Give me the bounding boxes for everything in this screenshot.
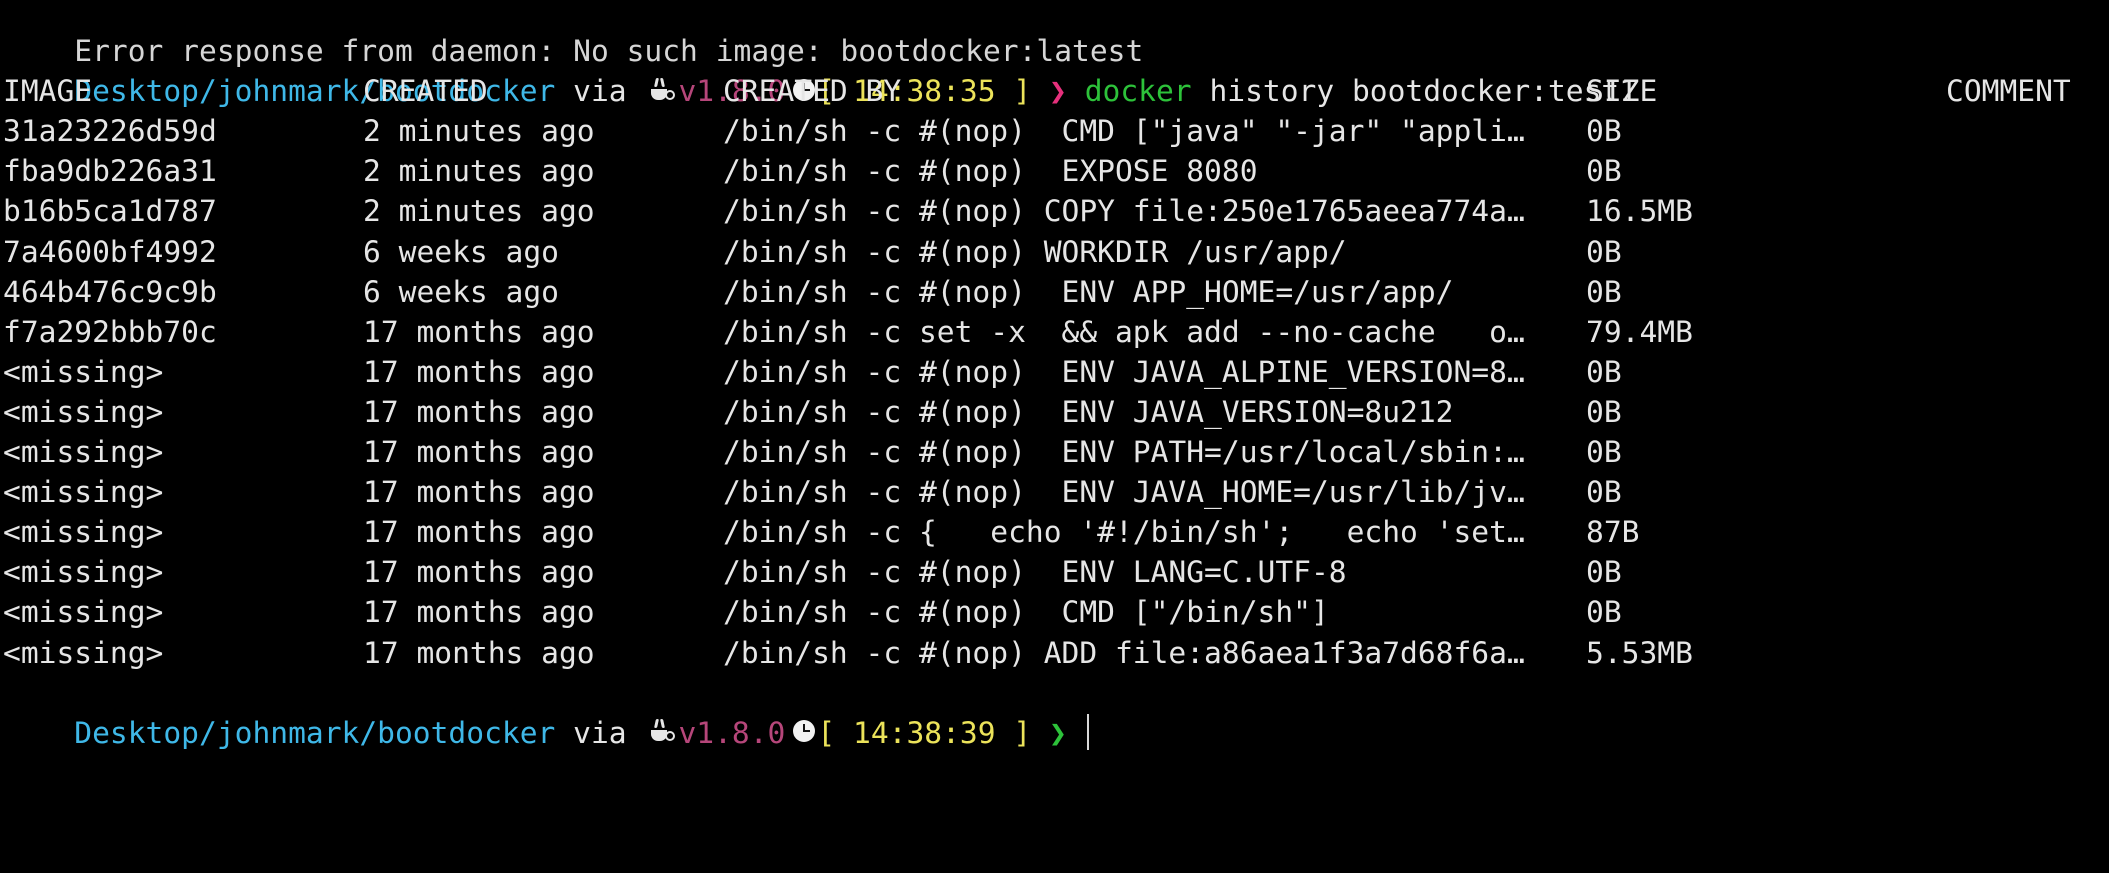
row-created-by: /bin/sh -c #(nop) CMD ["java" "-jar" "ap… bbox=[723, 114, 1525, 149]
row-size: 0B bbox=[1586, 234, 1622, 269]
row-created: 17 months ago bbox=[363, 555, 595, 590]
row-created: 6 weeks ago bbox=[363, 234, 559, 269]
table-row: <missing> 17 months ago /bin/sh -c #(nop… bbox=[3, 633, 2109, 673]
row-size: 87B bbox=[1586, 515, 1640, 550]
header-created: CREATED bbox=[363, 74, 488, 109]
row-image-id: <missing> bbox=[3, 555, 164, 590]
row-created: 17 months ago bbox=[363, 354, 595, 389]
row-image-id: 464b476c9c9b bbox=[3, 274, 217, 309]
row-image-id: <missing> bbox=[3, 435, 164, 470]
header-comment: COMMENT bbox=[1946, 74, 2071, 109]
row-size: 0B bbox=[1586, 114, 1622, 149]
table-row: fba9db226a31 2 minutes ago /bin/sh -c #(… bbox=[3, 151, 2109, 191]
row-created: 17 months ago bbox=[363, 314, 595, 349]
table-row: <missing> 17 months ago /bin/sh -c #(nop… bbox=[3, 472, 2109, 512]
table-row: <missing> 17 months ago /bin/sh -c #(nop… bbox=[3, 552, 2109, 592]
row-image-id: 7a4600bf4992 bbox=[3, 234, 217, 269]
row-image-id: fba9db226a31 bbox=[3, 154, 217, 189]
prompt-via: via bbox=[573, 715, 627, 750]
row-size: 16.5MB bbox=[1586, 194, 1693, 229]
row-size: 0B bbox=[1586, 475, 1622, 510]
row-created-by: /bin/sh -c #(nop) ENV JAVA_VERSION=8u212 bbox=[723, 394, 1454, 429]
row-size: 0B bbox=[1586, 394, 1622, 429]
prompt-time: 14:38:39 bbox=[853, 715, 996, 750]
row-size: 0B bbox=[1586, 555, 1622, 590]
row-created: 2 minutes ago bbox=[363, 154, 595, 189]
row-created-by: /bin/sh -c #(nop) ENV PATH=/usr/local/sb… bbox=[723, 435, 1525, 470]
row-created-by: /bin/sh -c #(nop) EXPOSE 8080 bbox=[723, 154, 1258, 189]
row-image-id: 31a23226d59d bbox=[3, 114, 217, 149]
table-header: IMAGE CREATED CREATED BY SIZE COMMENT bbox=[3, 71, 2109, 111]
row-created: 2 minutes ago bbox=[363, 114, 595, 149]
row-created-by: /bin/sh -c #(nop) ENV JAVA_HOME=/usr/lib… bbox=[723, 475, 1525, 510]
table-row: <missing> 17 months ago /bin/sh -c #(nop… bbox=[3, 352, 2109, 392]
previous-output-line: Error response from daemon: No such imag… bbox=[3, 0, 2109, 68]
row-image-id: b16b5ca1d787 bbox=[3, 194, 217, 229]
coffee-icon bbox=[648, 718, 676, 744]
row-size: 5.53MB bbox=[1586, 635, 1693, 670]
prompt-java-version: v1.8.0 bbox=[678, 715, 786, 750]
table-row: <missing> 17 months ago /bin/sh -c #(nop… bbox=[3, 392, 2109, 432]
row-image-id: <missing> bbox=[3, 635, 164, 670]
row-size: 0B bbox=[1586, 435, 1622, 470]
row-size: 79.4MB bbox=[1586, 314, 1693, 349]
text-cursor[interactable] bbox=[1086, 714, 1089, 751]
terminal-window[interactable]: Error response from daemon: No such imag… bbox=[3, 0, 2109, 751]
prompt-time-close: ] bbox=[1013, 715, 1032, 750]
row-created: 17 months ago bbox=[363, 515, 595, 550]
header-created-by: CREATED BY bbox=[723, 74, 902, 109]
prompt-path: Desktop/johnmark/bootdocker bbox=[74, 715, 556, 750]
row-size: 0B bbox=[1586, 154, 1622, 189]
shell-prompt-1: Desktop/johnmark/bootdocker via v1.8.0[ … bbox=[3, 31, 2109, 108]
row-created: 17 months ago bbox=[363, 435, 595, 470]
row-created: 17 months ago bbox=[363, 635, 595, 670]
row-created-by: /bin/sh -c #(nop) ADD file:a86aea1f3a7d6… bbox=[723, 635, 1525, 670]
row-created: 2 minutes ago bbox=[363, 194, 595, 229]
row-image-id: <missing> bbox=[3, 354, 164, 389]
row-image-id: <missing> bbox=[3, 394, 164, 429]
row-image-id: <missing> bbox=[3, 595, 164, 630]
row-size: 0B bbox=[1586, 274, 1622, 309]
row-size: 0B bbox=[1586, 354, 1622, 389]
header-image: IMAGE bbox=[3, 74, 93, 109]
row-created-by: /bin/sh -c #(nop) ENV LANG=C.UTF-8 bbox=[723, 555, 1347, 590]
row-created: 17 months ago bbox=[363, 394, 595, 429]
prompt-chevron: ❯ bbox=[1049, 715, 1067, 750]
table-row: 464b476c9c9b 6 weeks ago /bin/sh -c #(no… bbox=[3, 272, 2109, 312]
row-created-by: /bin/sh -c #(nop) ENV JAVA_ALPINE_VERSIO… bbox=[723, 354, 1525, 389]
header-size: SIZE bbox=[1586, 74, 1658, 109]
table-row: f7a292bbb70c 17 months ago /bin/sh -c se… bbox=[3, 312, 2109, 352]
table-row: 31a23226d59d 2 minutes ago /bin/sh -c #(… bbox=[3, 111, 2109, 151]
table-row: <missing> 17 months ago /bin/sh -c #(nop… bbox=[3, 592, 2109, 632]
row-created: 17 months ago bbox=[363, 475, 595, 510]
table-row: <missing> 17 months ago /bin/sh -c #(nop… bbox=[3, 432, 2109, 472]
table-row: <missing> 17 months ago /bin/sh -c { ech… bbox=[3, 512, 2109, 552]
row-created-by: /bin/sh -c #(nop) WORKDIR /usr/app/ bbox=[723, 234, 1347, 269]
row-image-id: <missing> bbox=[3, 475, 164, 510]
row-created-by: /bin/sh -c #(nop) CMD ["/bin/sh"] bbox=[723, 595, 1329, 630]
table-row: 7a4600bf4992 6 weeks ago /bin/sh -c #(no… bbox=[3, 232, 2109, 272]
row-created-by: /bin/sh -c set -x && apk add --no-cache … bbox=[723, 314, 1525, 349]
row-created: 17 months ago bbox=[363, 595, 595, 630]
row-created-by: /bin/sh -c { echo '#!/bin/sh'; echo 'set… bbox=[723, 515, 1525, 550]
row-image-id: <missing> bbox=[3, 515, 164, 550]
prompt-time-open: [ bbox=[817, 715, 836, 750]
row-image-id: f7a292bbb70c bbox=[3, 314, 217, 349]
row-created-by: /bin/sh -c #(nop) ENV APP_HOME=/usr/app/ bbox=[723, 274, 1454, 309]
clock-icon bbox=[793, 720, 816, 743]
table-row: b16b5ca1d787 2 minutes ago /bin/sh -c #(… bbox=[3, 191, 2109, 231]
row-created-by: /bin/sh -c #(nop) COPY file:250e1765aeea… bbox=[723, 194, 1525, 229]
row-created: 6 weeks ago bbox=[363, 274, 559, 309]
row-size: 0B bbox=[1586, 595, 1622, 630]
